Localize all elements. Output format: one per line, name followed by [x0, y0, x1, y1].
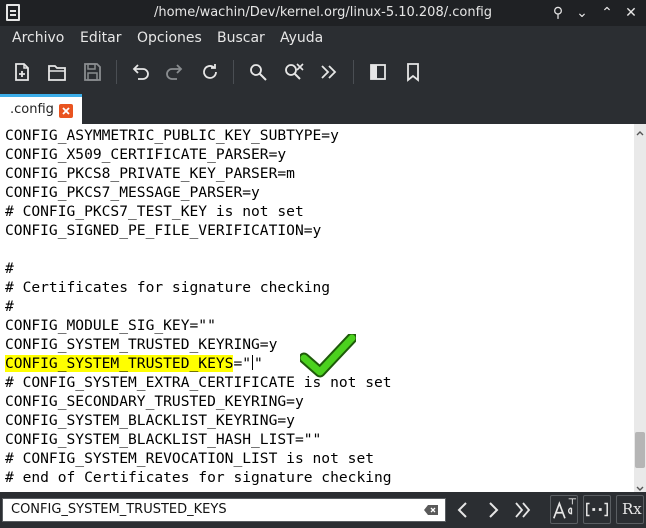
pin-icon: ⚲	[552, 5, 564, 21]
bookmark-icon[interactable]	[399, 58, 427, 86]
code-line: CONFIG_SYSTEM_BLACKLIST_HASH_LIST=""	[5, 431, 322, 448]
code-line: CONFIG_MODULE_SIG_KEY=""	[5, 317, 216, 334]
code-line: CONFIG_PKCS7_MESSAGE_PARSER=y	[5, 184, 260, 201]
search-bar: CONFIG_SYSTEM_TRUSTED_KEYS Rx	[0, 492, 646, 527]
code-line: CONFIG_SYSTEM_BLACKLIST_KEYRING=y	[5, 412, 295, 429]
regex-button[interactable]: Rx	[616, 495, 644, 524]
maximize-icon: ⌃	[601, 5, 613, 21]
menu-editar[interactable]: Editar	[80, 30, 121, 46]
code-line-highlighted: CONFIG_SYSTEM_TRUSTED_KEYS=" "	[5, 354, 263, 373]
whole-word-icon	[586, 502, 608, 517]
close-icon: ✕	[625, 5, 637, 21]
tab-config[interactable]: .config	[0, 94, 82, 124]
search-all-button[interactable]	[509, 496, 537, 524]
code-line: CONFIG_PKCS8_PRIVATE_KEY_PARSER=m	[5, 165, 295, 182]
code-line: #	[5, 298, 14, 315]
code-line: CONFIG_X509_CERTIFICATE_PARSER=y	[5, 146, 287, 163]
toolbar	[0, 52, 646, 92]
search-input-value: CONFIG_SYSTEM_TRUSTED_KEYS	[11, 502, 227, 517]
line-text: ="	[233, 355, 252, 372]
code-line: # CONFIG_PKCS7_TEST_KEY is not set	[5, 203, 304, 220]
regex-label: Rx	[622, 500, 642, 518]
tab-label: .config	[10, 102, 54, 117]
code-line: CONFIG_SYSTEM_TRUSTED_KEYRING=y	[5, 336, 278, 353]
whole-word-button[interactable]	[583, 495, 611, 524]
clear-search-icon[interactable]	[423, 504, 439, 516]
vertical-scrollbar[interactable]	[634, 124, 646, 492]
checkmark-icon	[300, 334, 356, 378]
search-input[interactable]: CONFIG_SYSTEM_TRUSTED_KEYS	[2, 498, 446, 522]
code-line: # CONFIG_SYSTEM_REVOCATION_LIST is not s…	[5, 450, 375, 467]
match-case-button[interactable]	[550, 495, 578, 524]
menu-ayuda[interactable]: Ayuda	[280, 30, 323, 46]
search-match-highlight: CONFIG_SYSTEM_TRUSTED_KEYS	[5, 355, 234, 372]
find-replace-icon[interactable]	[280, 58, 308, 86]
scrollbar-thumb[interactable]	[635, 432, 645, 468]
text-editor[interactable]: CONFIG_ASYMMETRIC_PUBLIC_KEY_SUBTYPE=y C…	[0, 124, 634, 492]
find-next-button[interactable]	[479, 496, 507, 524]
reload-icon[interactable]	[196, 58, 224, 86]
tab-close-icon[interactable]	[59, 104, 73, 118]
find-icon[interactable]	[244, 58, 272, 86]
match-case-icon	[553, 498, 577, 519]
line-text: "	[254, 355, 263, 372]
minimize-button[interactable]: ⌄	[572, 3, 592, 23]
find-previous-button[interactable]	[449, 496, 477, 524]
tab-bar: .config	[0, 92, 646, 124]
redo-icon[interactable]	[161, 58, 189, 86]
code-line: #	[5, 260, 14, 277]
save-icon[interactable]	[78, 58, 106, 86]
code-line: CONFIG_ASYMMETRIC_PUBLIC_KEY_SUBTYPE=y	[5, 127, 339, 144]
maximize-button[interactable]: ⌃	[597, 3, 617, 23]
toolbar-separator	[353, 60, 354, 84]
open-folder-icon[interactable]	[43, 58, 71, 86]
minimize-icon: ⌄	[576, 5, 588, 21]
undo-icon[interactable]	[126, 58, 154, 86]
toolbar-separator	[116, 60, 117, 84]
title-bar: /home/wachin/Dev/kernel.org/linux-5.10.2…	[0, 0, 646, 26]
code-line: # end of Certificates for signature chec…	[5, 469, 392, 486]
scroll-down-arrow-icon[interactable]	[634, 480, 646, 492]
scroll-up-arrow-icon[interactable]	[634, 124, 646, 136]
toolbar-separator	[233, 60, 234, 84]
jump-icon[interactable]	[315, 58, 343, 86]
text-cursor	[252, 355, 254, 370]
menu-archivo[interactable]: Archivo	[12, 30, 64, 46]
menu-opciones[interactable]: Opciones	[137, 30, 202, 46]
menu-buscar[interactable]: Buscar	[217, 30, 265, 46]
code-line: # Certificates for signature checking	[5, 279, 331, 296]
side-pane-icon[interactable]	[364, 58, 392, 86]
menu-bar: Archivo Editar Opciones Buscar Ayuda	[0, 26, 646, 52]
code-line: CONFIG_SECONDARY_TRUSTED_KEYRING=y	[5, 393, 304, 410]
code-line: CONFIG_SIGNED_PE_FILE_VERIFICATION=y	[5, 222, 322, 239]
new-file-icon[interactable]	[8, 58, 36, 86]
close-window-button[interactable]: ✕	[621, 3, 641, 23]
pin-button[interactable]: ⚲	[548, 3, 568, 23]
